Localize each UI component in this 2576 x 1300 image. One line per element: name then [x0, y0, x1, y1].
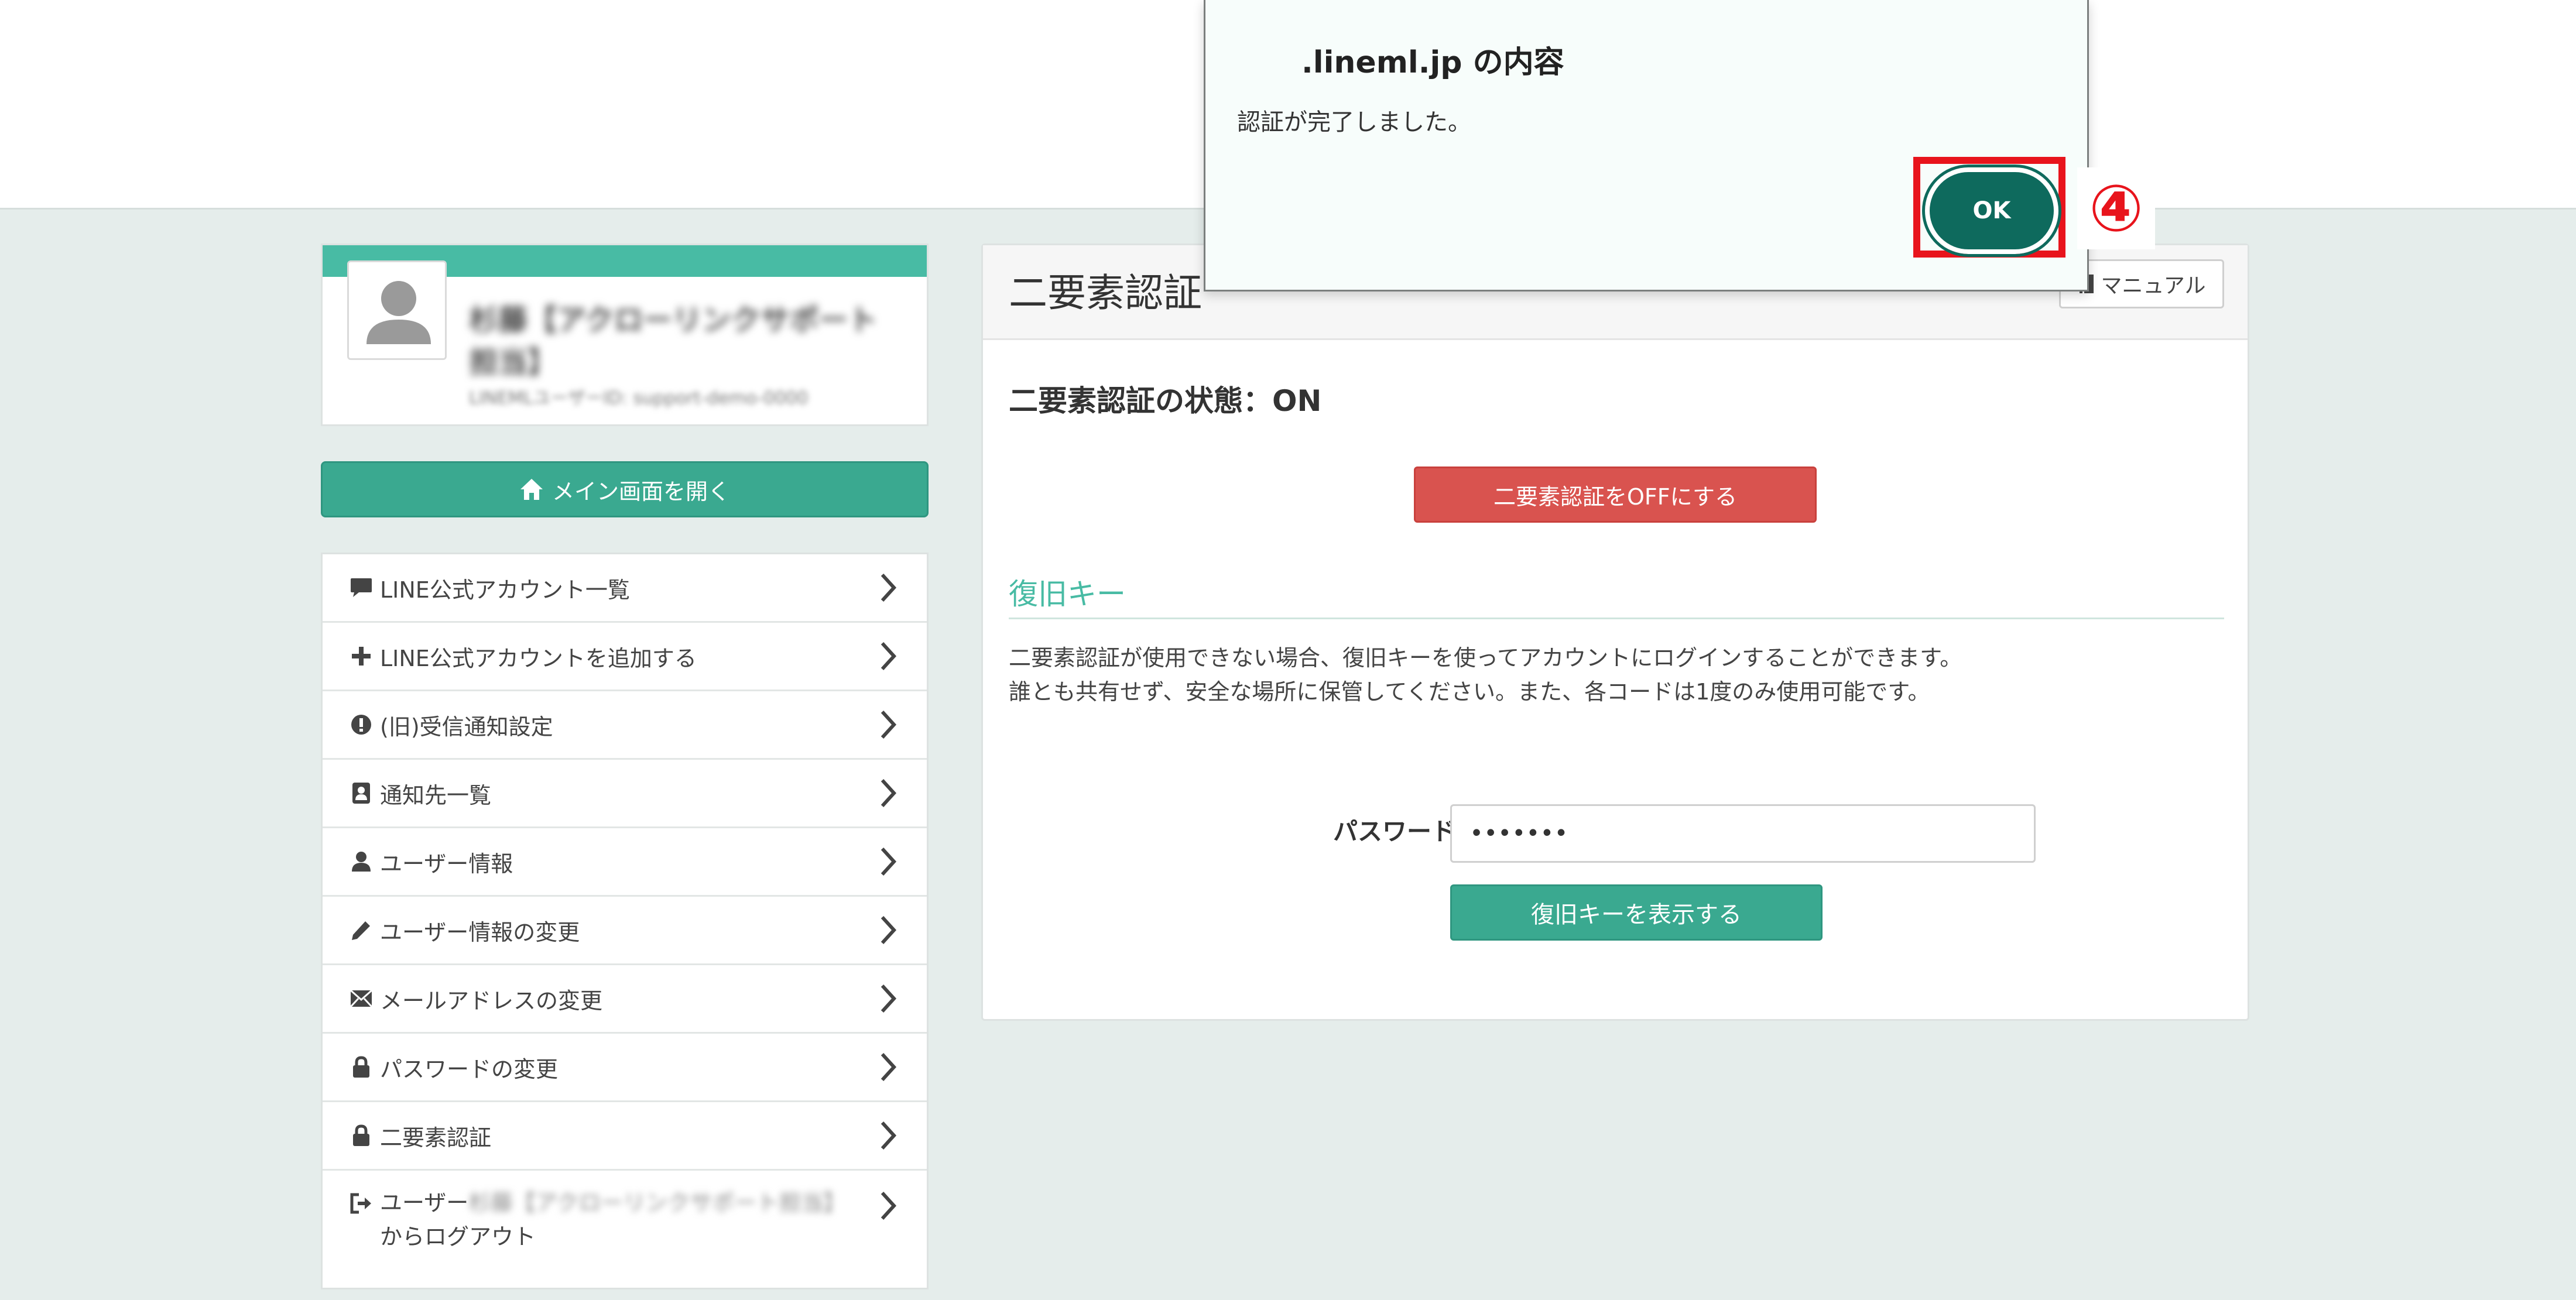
manual-label: マニュアル: [2101, 274, 2206, 298]
step-number-badge: ④: [2077, 167, 2156, 249]
chevron-right-icon: [881, 847, 897, 876]
open-main-screen-label: メイン画面を開く: [551, 478, 730, 505]
sidebar-item-label: LINE公式アカウント一覧: [380, 577, 630, 603]
sidebar-item-user-info[interactable]: ユーザー情報: [323, 828, 927, 897]
chevron-right-icon: [881, 778, 897, 808]
chevron-right-icon: [881, 1191, 897, 1220]
lock-icon: [348, 1123, 374, 1148]
turn-off-two-factor-button[interactable]: 二要素認証をOFFにする: [1414, 467, 1817, 523]
sidebar-item-label: ユーザー情報: [380, 850, 513, 877]
logout-user-name: 杉藤【アクローリンクサポート担当】: [468, 1190, 846, 1216]
sidebar-item-change-email[interactable]: メールアドレスの変更: [323, 965, 927, 1034]
address-book-icon: [348, 780, 374, 806]
sidebar-menu: LINE公式アカウント一覧 LINE公式アカウントを追加する (旧)受信通知設定…: [321, 553, 929, 1289]
chevron-right-icon: [881, 642, 897, 671]
sidebar-item-label: (旧)受信通知設定: [380, 714, 553, 740]
page-title: 二要素認証: [1009, 270, 1202, 315]
profile-user-id: LINEMLユーザーID: support-demo-0000: [469, 388, 809, 409]
sidebar-item-label: メールアドレスの変更: [380, 987, 603, 1014]
sidebar-item-notification-targets[interactable]: 通知先一覧: [323, 760, 927, 828]
two-factor-status: 二要素認証の状態：ON: [1009, 384, 1322, 418]
envelope-icon: [348, 986, 374, 1011]
chevron-right-icon: [881, 984, 897, 1013]
chevron-right-icon: [881, 1052, 897, 1082]
profile-card: 杉藤【アクローリンクサポート担当】 LINEMLユーザーID: support-…: [321, 243, 929, 426]
sidebar-item-logout[interactable]: ユーザー杉藤【アクローリンクサポート担当】 からログアウト: [323, 1171, 927, 1288]
user-icon: [348, 849, 374, 874]
recovery-key-description: 二要素認証が使用できない場合、復旧キーを使ってアカウントにログインすることができ…: [1009, 641, 1962, 709]
ok-button[interactable]: OK: [1922, 164, 2061, 257]
password-label: パスワード: [1332, 817, 1456, 846]
sidebar-item-label: 通知先一覧: [380, 782, 492, 808]
sidebar-item-change-password[interactable]: パスワードの変更: [323, 1034, 927, 1102]
sidebar-item-label: パスワードの変更: [380, 1056, 559, 1082]
lock-icon: [348, 1054, 374, 1080]
sidebar-item-line-accounts[interactable]: LINE公式アカウント一覧: [323, 554, 927, 623]
pencil-icon: [348, 917, 374, 943]
profile-name: 杉藤【アクローリンクサポート担当】: [469, 303, 878, 379]
dialog-title: .lineml.jp の内容: [1301, 45, 1564, 80]
sidebar-item-two-factor-auth[interactable]: 二要素認証: [323, 1102, 927, 1171]
logout-suffix: からログアウト: [380, 1224, 536, 1250]
chevron-right-icon: [881, 573, 897, 602]
chevron-right-icon: [881, 915, 897, 945]
sidebar-item-old-notification-settings[interactable]: (旧)受信通知設定: [323, 691, 927, 760]
divider: [1009, 618, 2224, 619]
sidebar-item-label: LINE公式アカウントを追加する: [380, 645, 697, 671]
password-field[interactable]: [1450, 804, 2036, 863]
plus-icon: [348, 643, 374, 669]
comment-icon: [348, 575, 374, 601]
recovery-key-heading: 復旧キー: [1009, 577, 1126, 611]
description-line: 誰とも共有せず、安全な場所に保管してください。また、各コードは1度のみ使用可能で…: [1009, 679, 1930, 705]
open-main-screen-button[interactable]: メイン画面を開く: [321, 461, 929, 517]
sidebar-item-label: ユーザー情報の変更: [380, 919, 580, 945]
home-icon: [520, 479, 543, 500]
sidebar-item-edit-user-info[interactable]: ユーザー情報の変更: [323, 897, 927, 965]
chevron-right-icon: [881, 1121, 897, 1150]
sidebar-item-label: 二要素認証: [380, 1124, 492, 1151]
default-user-icon: [349, 262, 445, 358]
two-factor-panel: 二要素認証 マニュアル 二要素認証の状態：ON 二要素認証をOFFにする 復旧キ…: [981, 243, 2249, 1021]
sidebar-item-add-line-account[interactable]: LINE公式アカウントを追加する: [323, 623, 927, 691]
sign-out-icon: [348, 1191, 374, 1216]
logout-prefix: ユーザー: [380, 1190, 469, 1216]
exclamation-circle-icon: [348, 712, 374, 738]
show-recovery-key-button[interactable]: 復旧キーを表示する: [1450, 884, 1823, 941]
logout-text: ユーザー杉藤【アクローリンクサポート担当】 からログアウト: [380, 1186, 845, 1254]
avatar: [347, 260, 447, 360]
description-line: 二要素認証が使用できない場合、復旧キーを使ってアカウントにログインすることができ…: [1009, 645, 1962, 671]
chevron-right-icon: [881, 710, 897, 739]
dialog-message: 認証が完了しました。: [1237, 109, 1471, 136]
